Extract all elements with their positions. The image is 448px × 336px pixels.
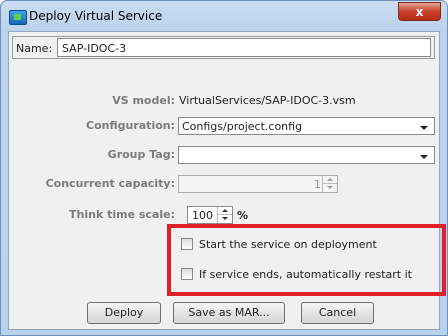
app-icon (9, 10, 27, 25)
group-tag-label: Group Tag: (107, 148, 175, 161)
concurrent-capacity-label: Concurrent capacity: (45, 177, 175, 190)
auto-restart-checkbox[interactable] (181, 268, 193, 280)
name-label: Name: (16, 42, 53, 55)
configuration-label: Configuration: (86, 119, 175, 132)
save-as-mar-button[interactable]: Save as MAR... (173, 302, 285, 324)
configuration-value: Configs/project.config (182, 120, 303, 133)
chevron-down-icon[interactable] (420, 126, 428, 130)
spinner-buttons (322, 176, 337, 192)
think-time-spinner[interactable]: 100 (187, 206, 233, 224)
dialog-body: Name: SAP-IDOC-3 VS model: VirtualServic… (8, 31, 446, 330)
think-time-label: Think time scale: (69, 208, 175, 221)
highlight-box (167, 224, 446, 296)
concurrent-capacity-spinner: 1 (178, 175, 338, 193)
concurrent-capacity-value: 1 (314, 178, 321, 191)
chevron-down-icon[interactable] (420, 155, 428, 159)
increment-icon[interactable] (218, 207, 232, 215)
increment-icon (323, 176, 337, 184)
auto-restart-label[interactable]: If service ends, automatically restart i… (199, 268, 412, 281)
cancel-button[interactable]: Cancel (301, 302, 374, 324)
group-tag-select[interactable] (178, 146, 435, 164)
vs-model-label: VS model: (112, 94, 175, 107)
close-button[interactable]: x (398, 2, 441, 21)
decrement-icon (323, 184, 337, 192)
vs-model-value: VirtualServices/SAP-IDOC-3.vsm (179, 94, 356, 107)
decrement-icon[interactable] (218, 215, 232, 223)
think-time-value[interactable]: 100 (192, 209, 213, 222)
spinner-buttons[interactable] (217, 207, 232, 223)
start-on-deploy-checkbox[interactable] (181, 238, 193, 250)
think-time-unit: % (237, 209, 249, 222)
start-on-deploy-label[interactable]: Start the service on deployment (199, 238, 377, 251)
deploy-dialog-window: Deploy Virtual Service x Name: SAP-IDOC-… (0, 0, 448, 336)
configuration-select[interactable]: Configs/project.config (178, 117, 435, 135)
name-input[interactable]: SAP-IDOC-3 (57, 38, 431, 57)
deploy-button[interactable]: Deploy (87, 302, 161, 324)
name-panel: Name: SAP-IDOC-3 (12, 36, 435, 59)
window-title: Deploy Virtual Service (29, 9, 163, 23)
title-bar[interactable]: Deploy Virtual Service x (1, 1, 447, 31)
